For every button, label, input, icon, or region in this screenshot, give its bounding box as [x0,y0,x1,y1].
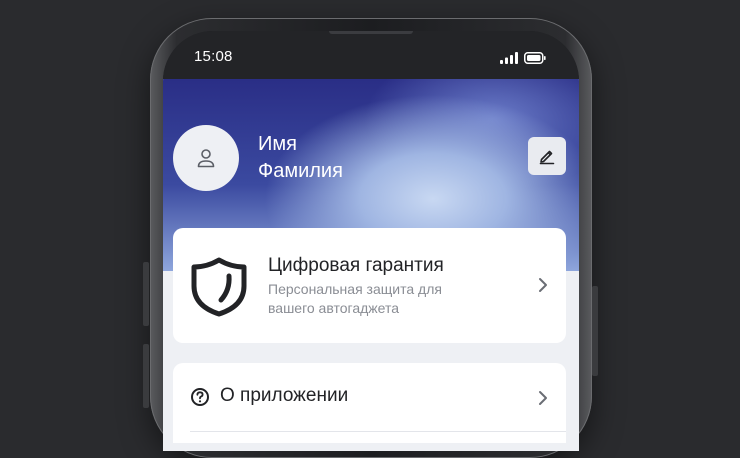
chevron-right-icon [539,391,547,405]
edit-profile-button[interactable] [528,137,566,175]
shield-icon [191,257,247,317]
pencil-icon [539,150,555,165]
card-title: Цифровая гарантия [268,255,444,276]
about-app-label: О приложении [220,385,349,406]
question-circle-icon [191,388,209,406]
user-icon [197,149,215,168]
status-bar: 15:08 [163,31,579,79]
first-name: Имя [258,133,297,155]
app-content: Имя Фамилия Цифровая гарантия Персональн… [163,79,579,451]
power-button [592,286,598,376]
chevron-right-icon [539,278,547,292]
user-name: Имя Фамилия [258,131,343,185]
volume-up-button [143,262,149,326]
status-time: 15:08 [194,48,233,65]
card-subtitle: Персональная защита для вашего автогадже… [268,281,442,316]
divider [190,431,566,432]
digital-guarantee-card[interactable]: Цифровая гарантия Персональная защита дл… [173,228,566,343]
phone-screen: 15:08 Имя Фамилия Цифровая гарантия Перс… [163,31,579,451]
speaker-notch [329,31,413,34]
battery-icon [524,52,546,64]
avatar[interactable] [173,125,239,191]
signal-icon [500,52,518,64]
volume-down-button [143,344,149,408]
about-app-item[interactable]: О приложении [173,363,566,443]
last-name: Фамилия [258,160,343,182]
